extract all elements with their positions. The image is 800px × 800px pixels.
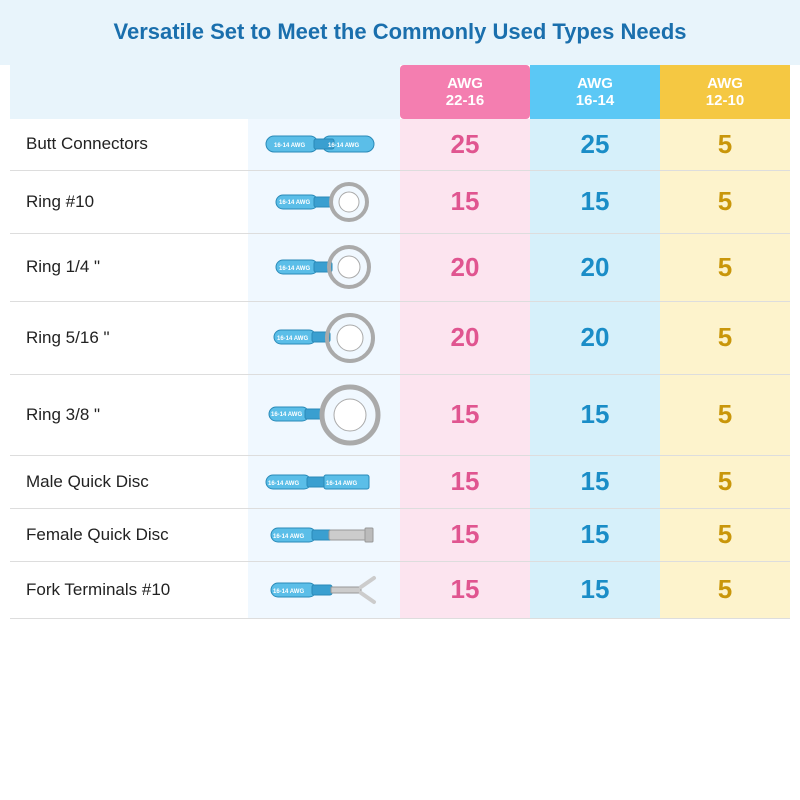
val-awg2-1: 15 xyxy=(530,170,660,233)
title-bar: Versatile Set to Meet the Commonly Used … xyxy=(0,0,800,65)
val-awg2-2: 20 xyxy=(530,233,660,301)
val-awg1-3: 20 xyxy=(400,301,530,374)
row-name-1: Ring #10 xyxy=(10,170,248,233)
val-awg3-6: 5 xyxy=(660,508,790,561)
col-image-header xyxy=(248,65,400,119)
val-awg3-3: 5 xyxy=(660,301,790,374)
val-awg3-7: 5 xyxy=(660,561,790,618)
row-name-2: Ring 1/4 " xyxy=(10,233,248,301)
svg-text:16-14 AWG: 16-14 AWG xyxy=(273,589,304,595)
table-row: Ring 3/8 " 16-14 AWG 15 15 5 xyxy=(10,374,790,455)
val-awg3-5: 5 xyxy=(660,455,790,508)
connector-img-5: 16-14 AWG 16-14 AWG xyxy=(252,462,396,502)
connector-img-7: 16-14 AWG xyxy=(252,568,396,612)
row-image-4: 16-14 AWG xyxy=(248,374,400,455)
val-awg3-0: 5 xyxy=(660,119,790,171)
table-row: Ring #10 16-14 AWG 15 15 5 xyxy=(10,170,790,233)
connector-img-1: 16-14 AWG xyxy=(252,177,396,227)
row-image-6: 16-14 AWG xyxy=(248,508,400,561)
row-name-3: Ring 5/16 " xyxy=(10,301,248,374)
row-name-0: Butt Connectors xyxy=(10,119,248,171)
row-image-5: 16-14 AWG 16-14 AWG xyxy=(248,455,400,508)
table-row: Male Quick Disc 16-14 AWG 16-14 AWG 15 1… xyxy=(10,455,790,508)
table-row: Ring 1/4 " 16-14 AWG 20 20 5 xyxy=(10,233,790,301)
svg-text:16-14 AWG: 16-14 AWG xyxy=(326,481,357,487)
table-row: Butt Connectors 16-14 AWG 16-14 AWG 25 2… xyxy=(10,119,790,171)
col-awg3-header: AWG 12-10 xyxy=(660,65,790,119)
svg-text:16-14 AWG: 16-14 AWG xyxy=(279,200,310,206)
row-image-0: 16-14 AWG 16-14 AWG xyxy=(248,119,400,171)
row-image-3: 16-14 AWG xyxy=(248,301,400,374)
row-name-5: Male Quick Disc xyxy=(10,455,248,508)
val-awg1-0: 25 xyxy=(400,119,530,171)
val-awg2-4: 15 xyxy=(530,374,660,455)
val-awg1-1: 15 xyxy=(400,170,530,233)
connector-img-2: 16-14 AWG xyxy=(252,240,396,295)
svg-text:16-14 AWG: 16-14 AWG xyxy=(328,143,359,149)
main-table: AWG 22-16 AWG 16-14 AWG 12-10 xyxy=(10,65,790,619)
svg-text:16-14 AWG: 16-14 AWG xyxy=(279,266,310,272)
row-image-7: 16-14 AWG xyxy=(248,561,400,618)
table-row: Fork Terminals #10 16-14 AWG 15 15 5 xyxy=(10,561,790,618)
val-awg2-5: 15 xyxy=(530,455,660,508)
val-awg3-1: 5 xyxy=(660,170,790,233)
table-wrapper: AWG 22-16 AWG 16-14 AWG 12-10 xyxy=(0,65,800,629)
val-awg2-0: 25 xyxy=(530,119,660,171)
svg-text:16-14 AWG: 16-14 AWG xyxy=(273,534,304,540)
svg-text:16-14 AWG: 16-14 AWG xyxy=(274,143,305,149)
val-awg1-7: 15 xyxy=(400,561,530,618)
row-name-6: Female Quick Disc xyxy=(10,508,248,561)
row-name-7: Fork Terminals #10 xyxy=(10,561,248,618)
val-awg2-6: 15 xyxy=(530,508,660,561)
connector-img-6: 16-14 AWG xyxy=(252,515,396,555)
header-row: AWG 22-16 AWG 16-14 AWG 12-10 xyxy=(10,65,790,119)
row-image-2: 16-14 AWG xyxy=(248,233,400,301)
table-row: Female Quick Disc 16-14 AWG 15 15 5 xyxy=(10,508,790,561)
svg-text:16-14 AWG: 16-14 AWG xyxy=(271,412,302,418)
svg-text:16-14 AWG: 16-14 AWG xyxy=(277,336,308,342)
val-awg1-4: 15 xyxy=(400,374,530,455)
row-image-1: 16-14 AWG xyxy=(248,170,400,233)
connector-img-0: 16-14 AWG 16-14 AWG xyxy=(252,126,396,162)
val-awg1-5: 15 xyxy=(400,455,530,508)
row-name-4: Ring 3/8 " xyxy=(10,374,248,455)
val-awg2-3: 20 xyxy=(530,301,660,374)
col-awg1-header: AWG 22-16 xyxy=(400,65,530,119)
awg1-label: AWG 22-16 xyxy=(408,75,522,109)
connector-img-3: 16-14 AWG xyxy=(252,308,396,368)
table-row: Ring 5/16 " 16-14 AWG 20 20 5 xyxy=(10,301,790,374)
page-title: Versatile Set to Meet the Commonly Used … xyxy=(24,18,776,47)
svg-text:16-14 AWG: 16-14 AWG xyxy=(268,481,299,487)
page-wrapper: Versatile Set to Meet the Commonly Used … xyxy=(0,0,800,800)
connector-img-4: 16-14 AWG xyxy=(252,381,396,449)
table-body: Butt Connectors 16-14 AWG 16-14 AWG 25 2… xyxy=(10,119,790,619)
val-awg3-2: 5 xyxy=(660,233,790,301)
val-awg2-7: 15 xyxy=(530,561,660,618)
col-awg2-header: AWG 16-14 xyxy=(530,65,660,119)
awg3-label: AWG 12-10 xyxy=(668,75,782,109)
val-awg3-4: 5 xyxy=(660,374,790,455)
val-awg1-6: 15 xyxy=(400,508,530,561)
awg2-label: AWG 16-14 xyxy=(538,75,652,109)
val-awg1-2: 20 xyxy=(400,233,530,301)
col-name-header xyxy=(10,65,248,119)
